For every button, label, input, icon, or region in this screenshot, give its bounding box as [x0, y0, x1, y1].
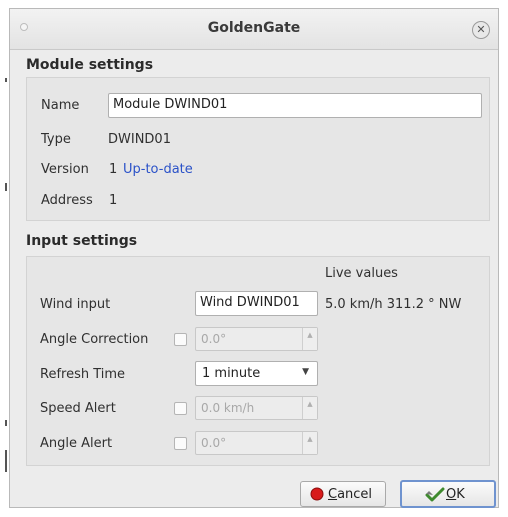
ok-button[interactable]: OK [400, 480, 496, 508]
version-label: Version [41, 162, 89, 177]
cancel-button[interactable]: Cancel [300, 481, 386, 507]
refresh-time-value: 1 minute [202, 366, 261, 381]
window-title: GoldenGate [207, 20, 301, 36]
angle-alert-spinbox[interactable]: 0.0° ▲ [195, 431, 318, 455]
title-bar[interactable]: GoldenGate ✕ [10, 9, 498, 50]
ok-label: OK [446, 487, 465, 502]
spin-up-icon[interactable]: ▲ [302, 432, 317, 454]
refresh-time-select[interactable]: 1 minute ▼ [195, 361, 318, 386]
dialog-window: GoldenGate ✕ Module settings Name Module… [9, 8, 499, 508]
chevron-down-icon: ▼ [302, 367, 309, 377]
type-label: Type [41, 132, 71, 147]
version-status-link[interactable]: Up-to-date [123, 162, 193, 177]
input-settings-group: Live values Wind input Wind DWIND01 5.0 … [26, 256, 490, 466]
speed-alert-label: Speed Alert [40, 401, 116, 416]
angle-alert-value: 0.0° [201, 436, 227, 450]
angle-alert-checkbox[interactable] [174, 437, 187, 450]
angle-correction-value: 0.0° [201, 332, 227, 346]
angle-correction-spinbox[interactable]: 0.0° ▲ [195, 327, 318, 351]
wind-live-value: 5.0 km/h 311.2 ° NW [325, 297, 462, 312]
speed-alert-spinbox[interactable]: 0.0 km/h ▲ [195, 396, 318, 420]
address-label: Address [41, 193, 93, 208]
spin-up-icon[interactable]: ▲ [302, 328, 317, 350]
checkmark-arrow-icon [425, 486, 445, 506]
name-label: Name [41, 98, 80, 113]
module-settings-group: Name Module DWIND01 Type DWIND01 Version… [26, 77, 490, 221]
module-settings-heading: Module settings [26, 57, 154, 73]
angle-alert-label: Angle Alert [40, 436, 113, 451]
address-value: 1 [109, 193, 118, 208]
name-input[interactable]: Module DWIND01 [108, 93, 482, 118]
wind-input-field[interactable]: Wind DWIND01 [195, 291, 318, 316]
refresh-time-label: Refresh Time [40, 367, 126, 382]
wind-input-label: Wind input [40, 297, 111, 312]
angle-correction-checkbox[interactable] [174, 333, 187, 346]
spin-up-icon[interactable]: ▲ [302, 397, 317, 419]
angle-correction-label: Angle Correction [40, 332, 149, 347]
speed-alert-value: 0.0 km/h [201, 401, 255, 415]
version-value: 1 [109, 162, 118, 177]
speed-alert-checkbox[interactable] [174, 402, 187, 415]
red-circle-icon [310, 487, 324, 505]
type-value: DWIND01 [108, 132, 171, 147]
close-icon[interactable]: ✕ [472, 21, 490, 39]
cancel-label: Cancel [328, 487, 373, 502]
live-values-header: Live values [325, 266, 398, 281]
input-settings-heading: Input settings [26, 233, 138, 249]
background-edge [0, 0, 9, 517]
